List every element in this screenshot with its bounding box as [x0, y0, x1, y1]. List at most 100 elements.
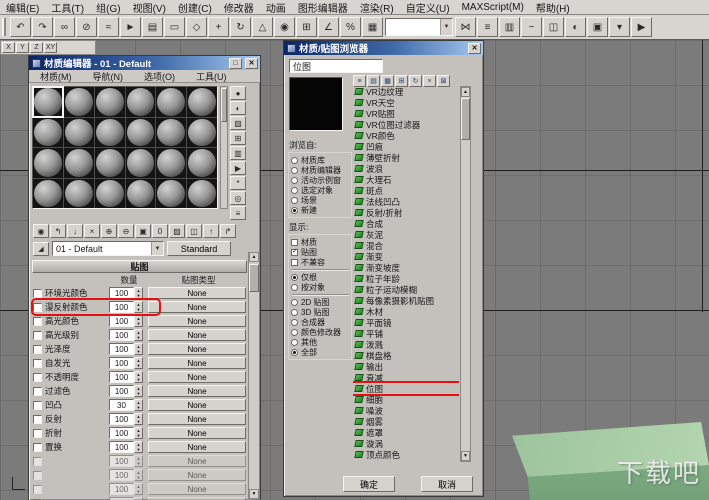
material-editor-scrollbar[interactable]	[248, 252, 259, 499]
map-type-item[interactable]: 细胞	[353, 394, 459, 405]
make-unique-icon[interactable]: ⊖	[118, 224, 134, 238]
amount-spinner[interactable]	[134, 343, 143, 355]
axis-y-icon[interactable]: Y	[16, 42, 29, 53]
go-to-parent-icon[interactable]: ↑	[203, 224, 219, 238]
material-sample-slot[interactable]	[95, 148, 125, 178]
map-type-button[interactable]: None	[148, 329, 246, 341]
scroll-up-icon[interactable]	[249, 252, 259, 262]
undo-icon[interactable]: ↶	[10, 17, 31, 37]
map-enable-checkbox[interactable]	[33, 387, 42, 396]
map-type-item[interactable]: 粒子年龄	[353, 273, 459, 284]
region-select-icon[interactable]: ▭	[164, 17, 185, 37]
menu-item[interactable]: 图形编辑器	[292, 0, 354, 15]
map-enable-checkbox[interactable]	[33, 471, 42, 480]
select-rotate-icon[interactable]: ↻	[230, 17, 251, 37]
render-type-icon[interactable]: ▾	[609, 17, 630, 37]
map-category-option[interactable]: 2D 贴图	[291, 297, 350, 307]
map-type-item[interactable]: 漩涡	[353, 438, 459, 449]
amount-spinner[interactable]	[134, 315, 143, 327]
schematic-view-icon[interactable]: ◫	[543, 17, 564, 37]
amount-spinner[interactable]	[134, 399, 143, 411]
reset-map-icon[interactable]: ×	[84, 224, 100, 238]
root-option[interactable]: 按对象	[291, 282, 350, 292]
map-type-button[interactable]: None	[148, 441, 246, 453]
root-option[interactable]: 仅根	[291, 272, 350, 282]
use-pivot-icon[interactable]: ◉	[274, 17, 295, 37]
map-type-item[interactable]: 每像素摄影机贴图	[353, 295, 459, 306]
select-link-icon[interactable]: ∞	[54, 17, 75, 37]
material-sample-slot[interactable]	[95, 87, 125, 117]
map-category-option[interactable]: 颜色修改器	[291, 327, 350, 337]
map-type-item[interactable]: 渐变	[353, 251, 459, 262]
material-sample-slot[interactable]	[126, 87, 156, 117]
map-type-item[interactable]: VR边纹理	[353, 86, 459, 97]
backlight-icon[interactable]: ◐	[230, 101, 246, 115]
map-type-item[interactable]: 棋盘格	[353, 350, 459, 361]
map-type-button[interactable]: None	[148, 343, 246, 355]
map-category-option[interactable]: 其他	[291, 337, 350, 347]
axis-z-icon[interactable]: Z	[30, 42, 43, 53]
map-type-item[interactable]: 平面镜	[353, 317, 459, 328]
browse-from-option[interactable]: 选定对象	[291, 185, 350, 195]
map-type-item[interactable]: VR位图过滤器	[353, 119, 459, 130]
material-sample-slot[interactable]	[64, 148, 94, 178]
material-sample-slot[interactable]	[187, 87, 217, 117]
amount-spinner[interactable]	[134, 357, 143, 369]
map-amount-field[interactable]: 100	[109, 385, 134, 397]
snap-toggle-icon[interactable]: ⊞	[296, 17, 317, 37]
chevron-down-icon[interactable]	[440, 19, 452, 35]
menu-item[interactable]: 自定义(U)	[400, 0, 456, 15]
browse-from-option[interactable]: 场景	[291, 195, 350, 205]
menu-item[interactable]: 选项(O)	[138, 70, 181, 83]
map-type-item[interactable]: 顶点颜色	[353, 449, 459, 460]
map-enable-checkbox[interactable]	[33, 429, 42, 438]
map-amount-field[interactable]: 100	[109, 343, 134, 355]
menu-item[interactable]: 编辑(E)	[0, 0, 45, 15]
map-enable-checkbox[interactable]	[33, 415, 42, 424]
map-type-button[interactable]: None	[148, 301, 246, 313]
scroll-up-icon[interactable]	[461, 87, 470, 97]
get-material-icon[interactable]: ◉	[33, 224, 49, 238]
make-preview-icon[interactable]: ▶	[230, 161, 246, 175]
browse-from-option[interactable]: 材质库	[291, 155, 350, 165]
select-move-icon[interactable]: +	[208, 17, 229, 37]
menu-item[interactable]: 创建(C)	[172, 0, 218, 15]
map-name-field[interactable]: 位图	[289, 59, 383, 73]
map-category-option[interactable]: 合成器	[291, 317, 350, 327]
map-enable-checkbox[interactable]	[33, 401, 42, 410]
amount-spinner[interactable]	[134, 469, 143, 481]
map-amount-field[interactable]: 100	[109, 357, 134, 369]
material-sample-slot[interactable]	[33, 87, 63, 117]
material-sample-slot[interactable]	[33, 179, 63, 209]
browse-from-option[interactable]: 活动示例窗	[291, 175, 350, 185]
maximize-button[interactable]	[229, 58, 242, 69]
map-type-item[interactable]: 泼溅	[353, 339, 459, 350]
material-sample-slot[interactable]	[64, 118, 94, 148]
map-amount-field[interactable]: 100	[109, 455, 134, 467]
map-type-item[interactable]: 位图	[353, 383, 459, 394]
map-list-scrollbar[interactable]	[460, 86, 471, 462]
amount-spinner[interactable]	[134, 427, 143, 439]
amount-spinner[interactable]	[134, 413, 143, 425]
map-type-button[interactable]: None	[148, 287, 246, 299]
map-enable-checkbox[interactable]	[33, 373, 42, 382]
material-sample-slot[interactable]	[33, 118, 63, 148]
map-enable-checkbox[interactable]	[33, 303, 42, 312]
material-sample-slot[interactable]	[126, 148, 156, 178]
map-type-item[interactable]: 斑点	[353, 185, 459, 196]
material-editor-icon[interactable]: ◐	[565, 17, 586, 37]
amount-spinner[interactable]	[134, 483, 143, 495]
menu-item[interactable]: 视图(V)	[127, 0, 172, 15]
put-material-icon[interactable]: ↰	[50, 224, 66, 238]
material-sample-slot[interactable]	[187, 179, 217, 209]
map-amount-field[interactable]: 100	[109, 427, 134, 439]
map-type-item[interactable]: VR贴图	[353, 108, 459, 119]
map-type-button[interactable]: None	[148, 371, 246, 383]
menu-item[interactable]: 导航(N)	[87, 70, 130, 83]
map-type-item[interactable]: 混合	[353, 240, 459, 251]
material-sample-slot[interactable]	[156, 179, 186, 209]
material-sample-slot[interactable]	[33, 148, 63, 178]
map-amount-field[interactable]: 100	[109, 329, 134, 341]
amount-spinner[interactable]	[134, 385, 143, 397]
put-to-library-icon[interactable]: ▣	[135, 224, 151, 238]
